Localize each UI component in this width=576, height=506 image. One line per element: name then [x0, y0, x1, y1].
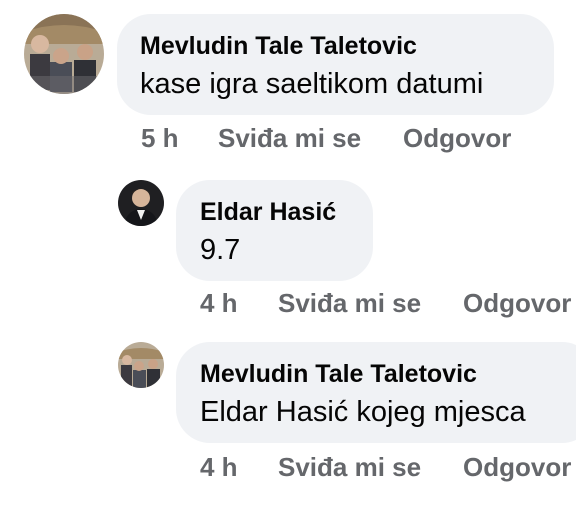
comment-actions: 4 h Sviđa mi se Odgovor — [200, 288, 576, 320]
comment-2: Eldar Hasić 9.7 4 h Sviđa mi se Odgovor — [0, 170, 576, 330]
group-photo-icon — [24, 14, 104, 94]
comment-text: 9.7 — [200, 234, 241, 266]
profile-photo-icon — [118, 180, 164, 226]
reply-button[interactable]: Odgovor — [463, 452, 571, 483]
like-button[interactable]: Sviđa mi se — [218, 123, 361, 154]
comment-timestamp[interactable]: 4 h — [200, 288, 238, 319]
avatar[interactable] — [118, 180, 164, 226]
comment-bubble: Eldar Hasić 9.7 — [176, 180, 373, 281]
like-button[interactable]: Sviđa mi se — [278, 452, 421, 483]
comment-author[interactable]: Mevludin Tale Taletovic — [200, 360, 477, 389]
comment-actions: 5 h Sviđa mi se Odgovor — [141, 123, 561, 155]
avatar[interactable] — [118, 342, 164, 388]
comment-actions: 4 h Sviđa mi se Odgovor — [200, 452, 576, 484]
comment-text: Eldar Hasić kojeg mjesca — [200, 396, 526, 428]
comment-bubble: Mevludin Tale Taletovic Eldar Hasić koje… — [176, 342, 576, 443]
group-photo-icon — [118, 342, 164, 388]
reply-button[interactable]: Odgovor — [463, 288, 571, 319]
reply-button[interactable]: Odgovor — [403, 123, 511, 154]
comment-timestamp[interactable]: 5 h — [141, 123, 179, 154]
avatar[interactable] — [24, 14, 104, 94]
comment-1: Mevludin Tale Taletovic kase igra saelti… — [0, 0, 576, 170]
comment-text: kase igra saeltikom datumi — [140, 68, 484, 100]
comment-3: Mevludin Tale Taletovic Eldar Hasić koje… — [0, 330, 576, 506]
comment-author[interactable]: Eldar Hasić — [200, 198, 336, 227]
comment-timestamp[interactable]: 4 h — [200, 452, 238, 483]
comment-author[interactable]: Mevludin Tale Taletovic — [140, 32, 417, 61]
comment-bubble: Mevludin Tale Taletovic kase igra saelti… — [117, 14, 554, 115]
like-button[interactable]: Sviđa mi se — [278, 288, 421, 319]
